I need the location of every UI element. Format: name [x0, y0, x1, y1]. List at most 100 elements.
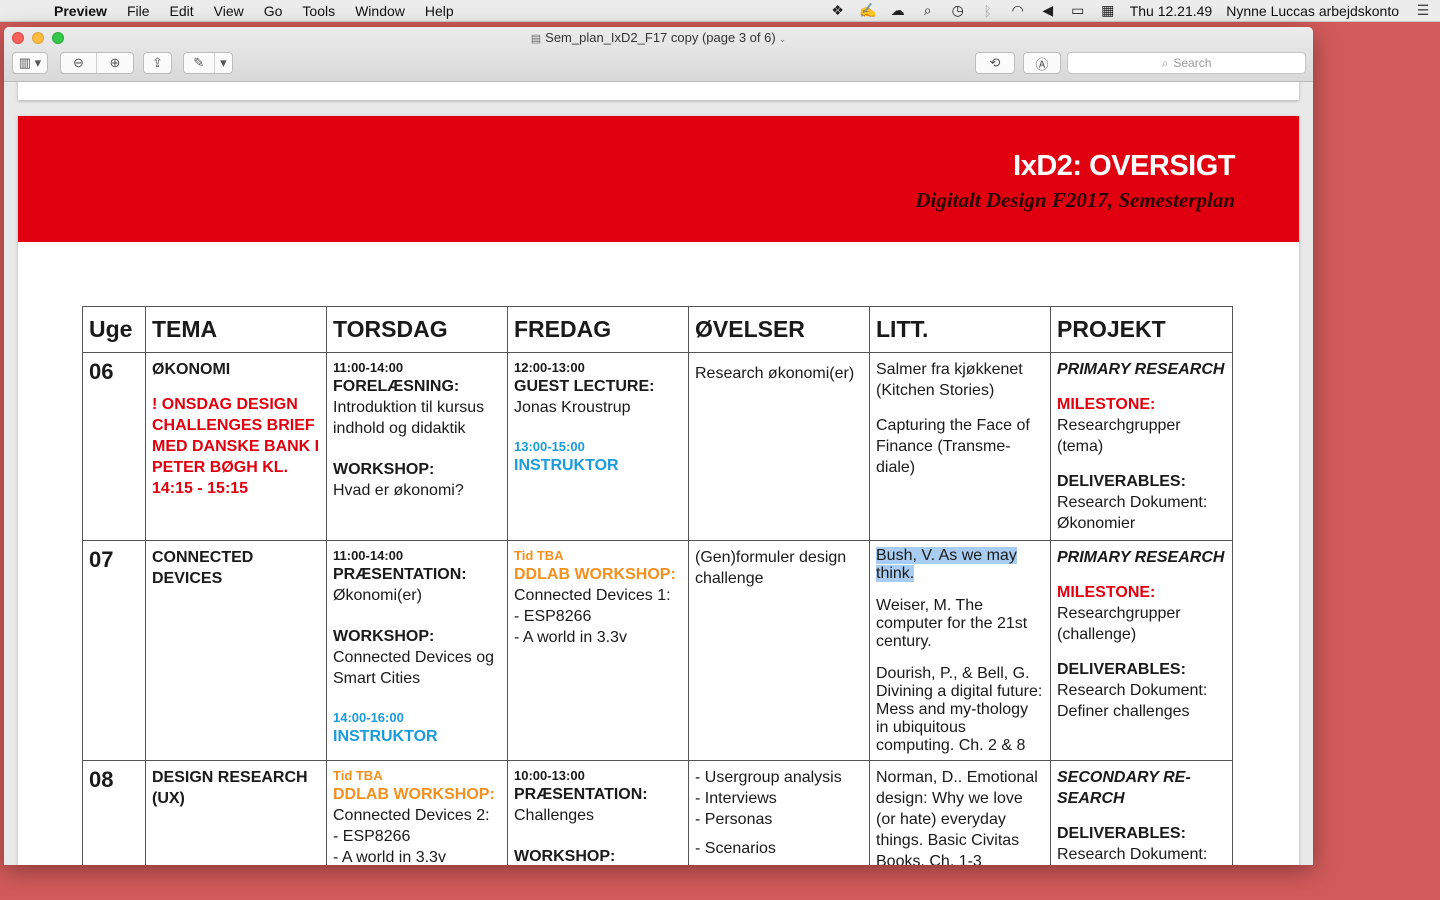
bluetooth-icon[interactable]: ᛒ — [973, 3, 1003, 19]
menu-bar: Preview File Edit View Go Tools Window H… — [0, 0, 1440, 22]
torsdag-cell: 11:00-14:00 PRÆSENTATION: Økonomi(er) WO… — [326, 540, 508, 761]
rotate-button[interactable]: ⟲ — [975, 52, 1015, 74]
window-title[interactable]: ▤ Sem_plan_IxD2_F17 copy (page 3 of 6) ⌄ — [4, 30, 1313, 45]
fredag-cell: 12:00-13:00 GUEST LECTURE: Jonas Kroustr… — [507, 352, 689, 541]
previous-page — [18, 82, 1299, 100]
session-heading: WORKSHOP: — [333, 461, 435, 478]
session-bullet: - ESP8266 — [333, 828, 411, 845]
time-label: Tid TBA — [514, 548, 564, 563]
menu-edit[interactable]: Edit — [160, 0, 204, 22]
torsdag-cell: Tid TBA DDLAB WORKSHOP: Connected Device… — [326, 760, 508, 865]
literature-item: Weiser, M. The computer for the 21st cen… — [876, 597, 1028, 650]
pen-icon[interactable]: ✎ — [184, 53, 215, 73]
projekt-cell: PRIMARY RESEARCH MILESTONE: Researchgrup… — [1050, 540, 1233, 761]
project-phase: PRIMARY RESEARCH — [1057, 361, 1225, 378]
search-input[interactable]: ⌕ Search — [1067, 52, 1306, 74]
session-text: Hvad er økonomi? — [333, 482, 464, 499]
tema-title: ØKONOMI — [152, 361, 231, 378]
preview-window: ▤ Sem_plan_IxD2_F17 copy (page 3 of 6) ⌄ ▥… — [4, 27, 1313, 865]
week-cell: 06 — [82, 352, 146, 541]
document-view[interactable]: IxD2: OVERSIGT Digitalt Design F2017, Se… — [4, 82, 1313, 865]
column-header: PROJEKT — [1050, 306, 1233, 353]
search-icon[interactable]: ⌕ — [913, 2, 943, 19]
menu-file[interactable]: File — [117, 0, 160, 22]
zoom-out-icon[interactable]: ⊖ — [61, 53, 98, 73]
menu-help[interactable]: Help — [415, 0, 464, 22]
deliverables-label: DELIVERABLES: — [1057, 661, 1186, 678]
menu-clock[interactable]: Thu 12.21.49 — [1123, 3, 1220, 19]
column-header: TEMA — [145, 306, 327, 353]
table-row: 06 ØKONOMI ! ONSDAG DESIGN CHALLENGES BR… — [82, 352, 1233, 541]
session-heading: WORKSHOP: — [333, 628, 435, 645]
litt-cell: Norman, D.. Emotional design: Why we lov… — [869, 760, 1051, 865]
milestone-text: Researchgrupper (challenge) — [1057, 605, 1181, 643]
sidebar-toggle-button[interactable]: ▥ ▾ — [12, 52, 48, 74]
menu-tools[interactable]: Tools — [292, 0, 345, 22]
literature-item[interactable]: Bush, V. As we may think. — [876, 547, 1017, 582]
cloud-icon[interactable]: ☁ — [883, 2, 913, 19]
session-bullet: - A world in 3.3v — [333, 849, 446, 865]
banner-subtitle: Digitalt Design F2017, Semesterplan — [915, 188, 1235, 212]
session-text: Jonas Kroustrup — [514, 399, 631, 416]
litt-cell: Salmer fra kjøkkenet (Kitchen Stories) C… — [869, 352, 1051, 541]
tema-cell: ØKONOMI ! ONSDAG DESIGN CHALLENGES BRIEF… — [145, 352, 327, 541]
exercise-text: (Gen)formuler design challenge — [695, 549, 847, 587]
literature-item: Salmer fra kjøkkenet (Kitchen Stories) — [876, 361, 1023, 399]
menu-user[interactable]: Nynne Luccas arbejdskonto — [1219, 3, 1406, 19]
time-label: 13:00-15:00 — [514, 439, 585, 454]
week-cell: 07 — [82, 540, 146, 761]
dropbox-icon[interactable]: ❖ — [823, 2, 853, 19]
time-label: Tid TBA — [333, 768, 383, 783]
week-cell: 08 — [82, 760, 146, 865]
menu-window[interactable]: Window — [345, 0, 415, 22]
deliverables-text: Research Dokument: Definer challenges — [1057, 682, 1208, 720]
signature-icon[interactable]: ✍ — [853, 2, 883, 19]
session-heading: DDLAB WORKSHOP: — [514, 566, 676, 583]
wifi-icon[interactable]: ◠ — [1003, 2, 1033, 19]
session-text: Connected Devices 1: — [514, 587, 671, 604]
litt-cell: Bush, V. As we may think. Weiser, M. The… — [869, 540, 1051, 761]
menu-app-preview[interactable]: Preview — [44, 0, 117, 22]
deliverables-text: Research Dokument: — [1057, 846, 1208, 863]
column-header: LITT. — [869, 306, 1051, 353]
ovelser-cell: (Gen)formuler design challenge — [688, 540, 870, 761]
projekt-cell: PRIMARY RESEARCH MILESTONE: Researchgrup… — [1050, 352, 1233, 541]
project-phase: SECONDARY RE-SEARCH — [1057, 769, 1191, 807]
session-heading: PRÆSENTATION: — [333, 566, 467, 583]
menu-go[interactable]: Go — [254, 0, 293, 22]
tema-cell: DESIGN RESEARCH (UX) — [145, 760, 327, 865]
markup-controls: ✎ ▾ — [183, 52, 233, 74]
literature-item: Dourish, P., & Bell, G. Divining a digit… — [876, 665, 1043, 754]
search-placeholder: Search — [1173, 56, 1212, 70]
ovelser-cell: Research økonomi(er) — [688, 352, 870, 541]
menu-view[interactable]: View — [204, 0, 254, 22]
session-heading: WORKSHOP: — [514, 848, 616, 865]
battery-icon[interactable]: ▭ — [1063, 2, 1093, 19]
share-button[interactable]: ⇪ — [143, 52, 172, 74]
share-icon: ⇪ — [152, 55, 163, 70]
table-header-row: Uge TEMA TORSDAG FREDAG ØVELSER LITT. PR… — [82, 306, 1233, 353]
session-text: Økonomi(er) — [333, 587, 422, 604]
notification-center-icon[interactable]: ☰ — [1406, 2, 1440, 19]
session-bullet: - ESP8266 — [514, 608, 592, 625]
search-icon: ⌕ — [1161, 55, 1169, 70]
markup-toolbar-button[interactable]: Ⓐ — [1023, 52, 1061, 74]
session-bullet: - A world in 3.3v — [514, 629, 627, 646]
chevron-down-icon[interactable]: ▾ — [215, 53, 232, 73]
banner-title: IxD2: OVERSIGT — [1013, 150, 1235, 182]
title-bar: ▤ Sem_plan_IxD2_F17 copy (page 3 of 6) ⌄ ▥… — [4, 27, 1313, 82]
deliverables-text: Research Dokument: Økonomier — [1057, 494, 1208, 532]
time-machine-icon[interactable]: ◷ — [943, 2, 973, 19]
time-label: 11:00-14:00 — [333, 360, 404, 375]
zoom-in-icon[interactable]: ⊕ — [97, 53, 133, 73]
exercise-text: Research økonomi(er) — [695, 365, 855, 382]
time-label: 10:00-13:00 — [514, 768, 585, 783]
volume-icon[interactable]: ◀ — [1033, 2, 1063, 19]
session-heading: INSTRUKTOR — [514, 457, 619, 474]
column-header: Uge — [82, 306, 146, 353]
sidebar-icon: ▥ ▾ — [18, 55, 42, 70]
column-header: ØVELSER — [688, 306, 870, 353]
deliverables-label: DELIVERABLES: — [1057, 473, 1186, 490]
tema-notice: ! ONSDAG DESIGN CHALLENGES BRIEF MED DAN… — [152, 396, 320, 497]
calendar-icon[interactable]: ▦ — [1093, 2, 1123, 19]
